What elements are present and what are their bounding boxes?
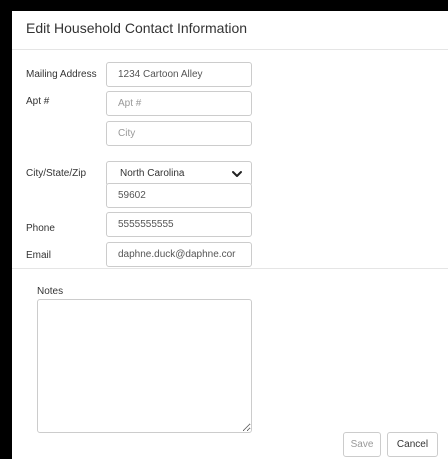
zip-input[interactable] xyxy=(106,183,252,208)
state-select-value: North Carolina xyxy=(120,168,185,179)
mailing-address-input[interactable] xyxy=(106,62,252,87)
edit-household-contact-dialog: Edit Household Contact Information Maili… xyxy=(12,11,448,459)
apt-label: Apt # xyxy=(26,96,50,107)
notes-label: Notes xyxy=(37,286,64,297)
city-state-zip-label: City/State/Zip xyxy=(26,168,87,179)
dialog-title: Edit Household Contact Information xyxy=(26,20,248,36)
apt-input[interactable] xyxy=(106,91,252,116)
section-divider xyxy=(12,268,448,269)
mailing-address-label: Mailing Address xyxy=(26,69,97,80)
phone-label: Phone xyxy=(26,223,55,234)
email-label: Email xyxy=(26,250,52,261)
chevron-down-icon xyxy=(232,171,242,177)
dialog-header: Edit Household Contact Information xyxy=(12,11,448,50)
notes-textarea[interactable] xyxy=(37,299,252,433)
city-input[interactable] xyxy=(106,121,252,146)
email-input[interactable] xyxy=(106,242,252,267)
phone-input[interactable] xyxy=(106,212,252,237)
save-button[interactable]: Save xyxy=(343,432,381,457)
cancel-button[interactable]: Cancel xyxy=(387,432,438,457)
